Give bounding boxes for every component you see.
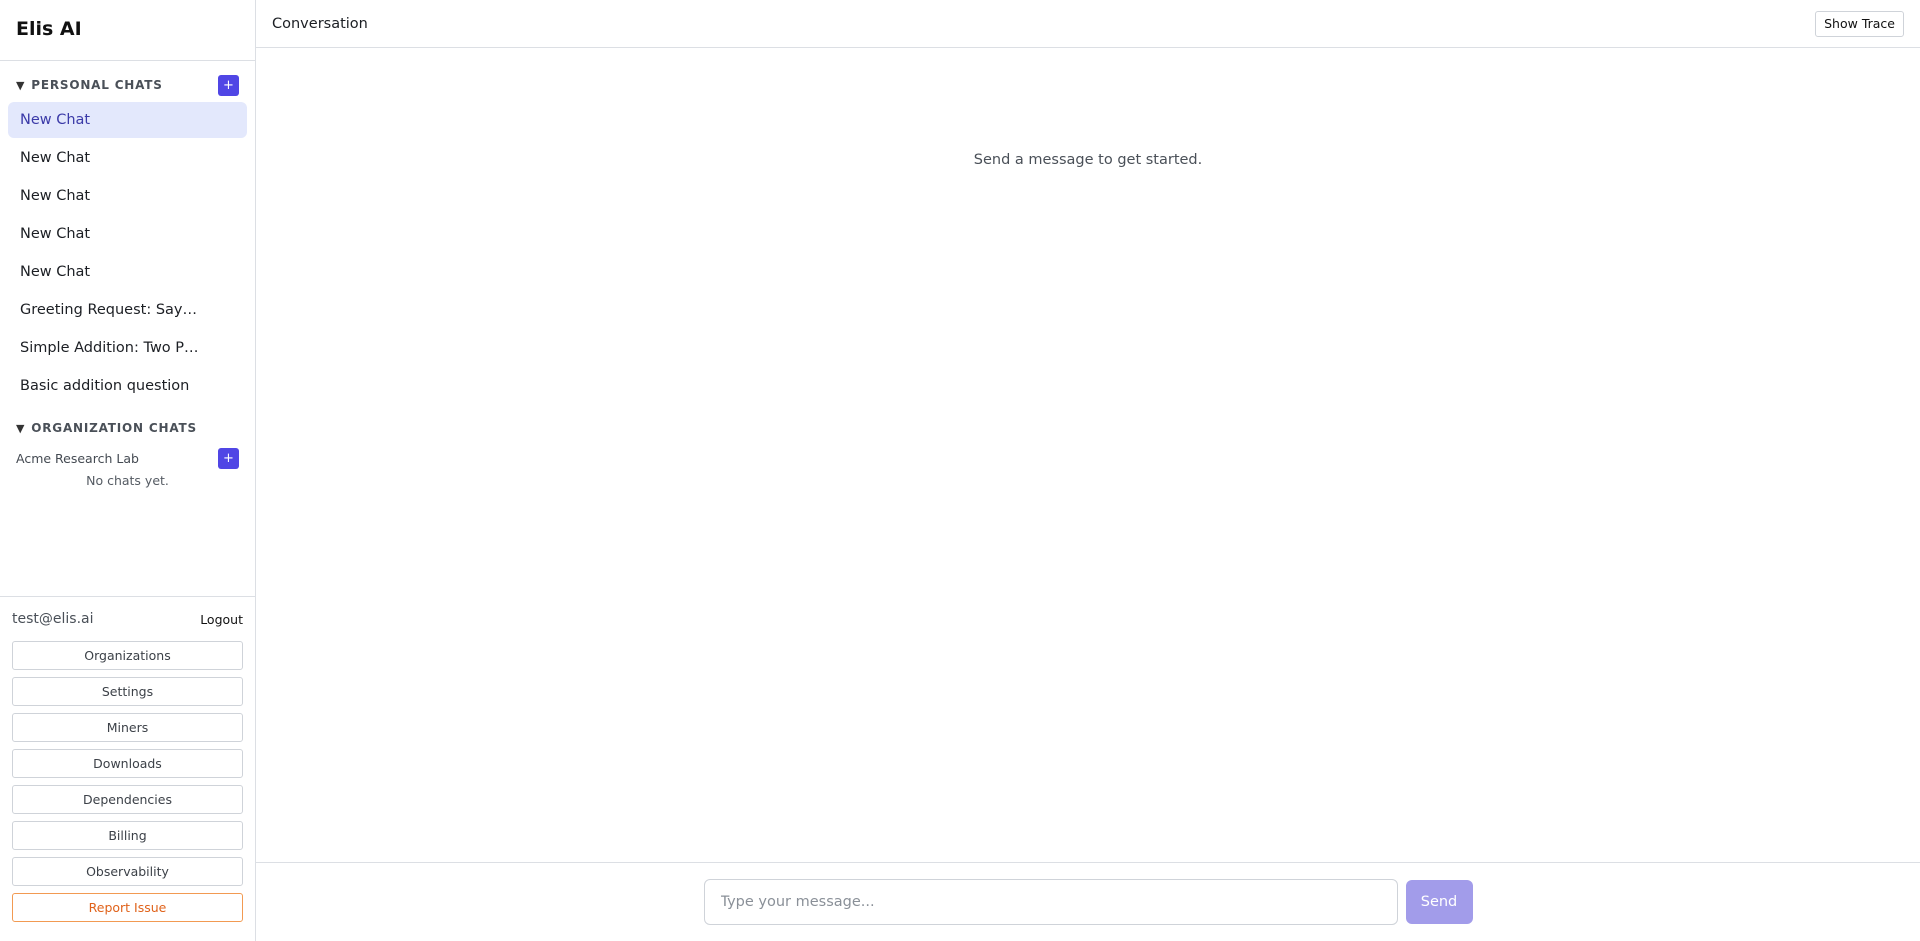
chat-item[interactable]: Basic addition question bbox=[8, 368, 247, 404]
report-issue-button[interactable]: Report Issue bbox=[12, 893, 243, 922]
message-composer: Send bbox=[256, 862, 1920, 941]
page-title: Conversation bbox=[272, 15, 368, 32]
personal-chats-toggle[interactable]: ▼ Personal Chats bbox=[16, 78, 163, 92]
sidebar: Elis AI ▼ Personal Chats + New Chat New … bbox=[0, 0, 256, 941]
message-input[interactable] bbox=[703, 879, 1398, 925]
caret-down-icon: ▼ bbox=[16, 421, 26, 435]
chat-item-label: New Chat bbox=[20, 112, 91, 128]
dependencies-button[interactable]: Dependencies bbox=[12, 785, 243, 814]
caret-down-icon: ▼ bbox=[16, 78, 26, 92]
send-button[interactable]: Send bbox=[1405, 880, 1473, 924]
miners-button[interactable]: Miners bbox=[12, 713, 243, 742]
org-empty-text: No chats yet. bbox=[86, 473, 169, 488]
chat-item-label: New Chat bbox=[20, 150, 91, 166]
organization-chats-toggle[interactable]: ▼ Organization Chats bbox=[16, 421, 197, 435]
chat-item[interactable]: New Chat bbox=[8, 254, 247, 290]
chat-item[interactable]: New Chat bbox=[8, 140, 247, 176]
chat-item-label: New Chat bbox=[20, 226, 91, 242]
chat-item-label: New Chat bbox=[20, 188, 91, 204]
sidebar-footer: test@elis.ai Logout Organizations Settin… bbox=[0, 596, 255, 941]
personal-chats-header: ▼ Personal Chats + bbox=[8, 73, 247, 97]
logout-button[interactable]: Logout bbox=[200, 612, 243, 627]
top-bar: Conversation Show Trace bbox=[256, 0, 1920, 48]
empty-conversation-text: Send a message to get started. bbox=[973, 152, 1203, 168]
chat-item[interactable]: Greeting Request: Say … bbox=[8, 292, 247, 328]
organization-chats-title: Organization Chats bbox=[31, 421, 197, 435]
personal-chats-title: Personal Chats bbox=[31, 78, 163, 92]
chat-item-label: Greeting Request: Say … bbox=[20, 302, 200, 318]
app-title: Elis AI bbox=[0, 0, 255, 61]
organization-chats-header: ▼ Organization Chats bbox=[8, 416, 247, 440]
organization-name: Acme Research Lab bbox=[16, 451, 139, 466]
user-email: test@elis.ai bbox=[12, 611, 94, 627]
billing-button[interactable]: Billing bbox=[12, 821, 243, 850]
new-personal-chat-button[interactable]: + bbox=[218, 74, 239, 96]
chat-item-label: Simple Addition: Two Pl… bbox=[20, 340, 200, 356]
sidebar-content: ▼ Personal Chats + New Chat New Chat New… bbox=[0, 61, 255, 596]
app-root: Elis AI ▼ Personal Chats + New Chat New … bbox=[0, 0, 1920, 941]
chat-item-label: Basic addition question bbox=[20, 378, 190, 394]
chat-item[interactable]: New Chat bbox=[8, 178, 247, 214]
personal-chat-list: New Chat New Chat New Chat New Chat New … bbox=[8, 102, 247, 404]
organizations-button[interactable]: Organizations bbox=[12, 641, 243, 670]
main-panel: Conversation Show Trace Send a message t… bbox=[256, 0, 1920, 941]
settings-button[interactable]: Settings bbox=[12, 677, 243, 706]
chat-item-label: New Chat bbox=[20, 264, 91, 280]
chat-item[interactable]: New Chat bbox=[8, 102, 247, 138]
observability-button[interactable]: Observability bbox=[12, 857, 243, 886]
organization-row: Acme Research Lab + bbox=[8, 448, 247, 469]
user-row: test@elis.ai Logout bbox=[12, 609, 243, 629]
show-trace-button[interactable]: Show Trace bbox=[1815, 10, 1904, 37]
chat-item[interactable]: Simple Addition: Two Pl… bbox=[8, 330, 247, 366]
downloads-button[interactable]: Downloads bbox=[12, 749, 243, 778]
conversation-area: Send a message to get started. bbox=[256, 48, 1920, 862]
chat-item[interactable]: New Chat bbox=[8, 216, 247, 252]
new-org-chat-button[interactable]: + bbox=[218, 448, 239, 469]
